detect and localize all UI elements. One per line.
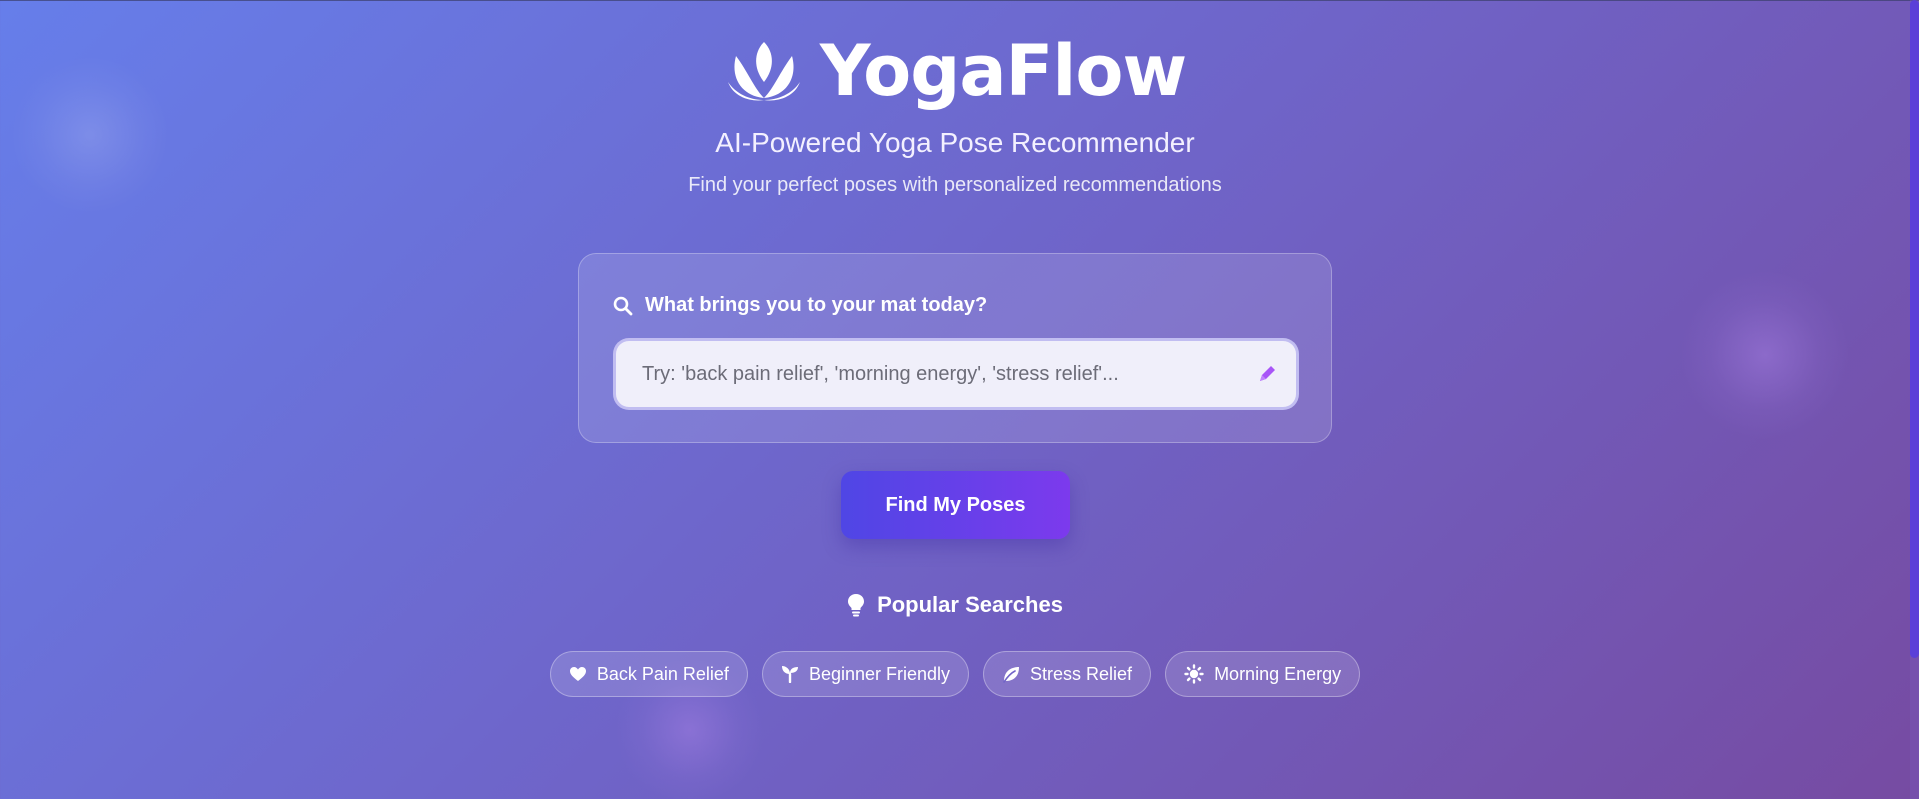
chip-morning-energy[interactable]: Morning Energy bbox=[1165, 651, 1361, 697]
decorative-orb bbox=[1680, 270, 1850, 440]
chip-beginner-friendly[interactable]: Beginner Friendly bbox=[761, 651, 970, 697]
popular-title-group: Popular Searches bbox=[847, 592, 1063, 618]
top-border bbox=[0, 0, 1919, 1]
seedling-icon bbox=[781, 666, 798, 683]
scrollbar-thumb[interactable] bbox=[1910, 0, 1919, 658]
search-label: What brings you to your mat today? bbox=[613, 294, 987, 317]
search-icon bbox=[613, 296, 633, 316]
find-poses-button[interactable]: Find My Poses bbox=[841, 471, 1070, 539]
search-input[interactable] bbox=[616, 341, 1296, 407]
chip-stress-relief[interactable]: Stress Relief bbox=[983, 651, 1152, 697]
brand-name: YogaFlow bbox=[819, 30, 1187, 112]
sun-icon bbox=[1184, 664, 1204, 684]
popular-chips: Back Pain Relief Beginner Friendly Stres… bbox=[0, 651, 1910, 697]
chip-label: Back Pain Relief bbox=[596, 663, 729, 684]
page-subtitle: AI-Powered Yoga Pose Recommender bbox=[715, 127, 1195, 158]
heart-icon bbox=[569, 667, 586, 681]
popular-searches-heading: Popular Searches bbox=[0, 592, 1910, 622]
lightbulb-icon bbox=[848, 594, 865, 617]
search-input-wrapper bbox=[613, 338, 1299, 410]
scrollbar[interactable] bbox=[1910, 0, 1919, 799]
pencil-icon bbox=[1260, 366, 1275, 381]
search-label-text: What brings you to your mat today? bbox=[645, 294, 988, 316]
brand: YogaFlow bbox=[724, 28, 1187, 114]
chip-label: Morning Energy bbox=[1214, 663, 1342, 684]
header: YogaFlow AI-Powered Yoga Pose Recommende… bbox=[0, 28, 1910, 198]
page-tagline: Find your perfect poses with personalize… bbox=[688, 174, 1222, 196]
chip-back-pain-relief[interactable]: Back Pain Relief bbox=[549, 651, 748, 697]
leaf-icon bbox=[1003, 667, 1020, 683]
popular-title: Popular Searches bbox=[877, 592, 1063, 617]
chip-label: Stress Relief bbox=[1030, 663, 1133, 684]
search-card: What brings you to your mat today? bbox=[578, 253, 1332, 443]
chip-label: Beginner Friendly bbox=[808, 663, 951, 684]
lotus-icon bbox=[727, 42, 800, 101]
